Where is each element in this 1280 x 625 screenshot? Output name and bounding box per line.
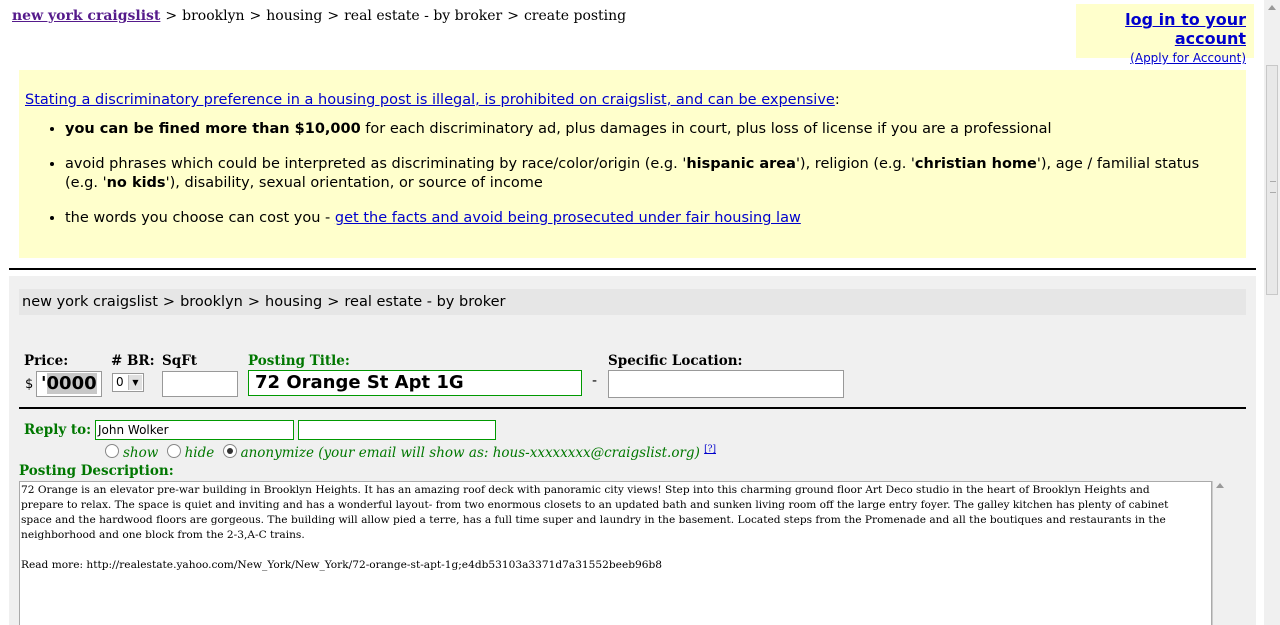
posting-description-label: Posting Description: [19,463,174,479]
bedrooms-label: # BR: [111,353,155,369]
price-label: Price: [24,353,69,369]
breadcrumb-home-link[interactable]: new york craigslist [12,8,160,24]
apply-account-link[interactable]: (Apply for Account) [1076,51,1246,65]
chevron-down-icon: ▼ [128,375,142,390]
specific-location-label: Specific Location: [608,353,743,369]
radio-show[interactable] [105,444,119,458]
posting-title-input[interactable]: 72 Orange St Apt 1G [248,370,582,396]
price-input[interactable]: '0000 [36,371,102,397]
specific-location-input[interactable] [608,370,844,398]
help-link[interactable]: [?] [704,445,716,455]
divider [9,268,1256,270]
reply-email-input[interactable] [298,420,496,440]
scroll-up-icon [1216,483,1224,488]
scroll-up-icon [1268,5,1276,10]
reply-to-label: Reply to: [24,422,92,438]
description-scrollbar[interactable] [1212,481,1228,625]
email-privacy-options: show hide anonymize (your email will sho… [101,444,716,461]
form-breadcrumb: new york craigslist > brooklyn > housing > rea… [19,289,1246,315]
separator-dash: - [592,373,598,389]
warning-list: you can be fined more than $10,000 for e… [19,120,1235,244]
radio-hide[interactable] [166,444,181,458]
posting-title-label: Posting Title: [248,353,350,369]
currency-symbol: $ [25,377,34,392]
fair-housing-warning: Stating a discriminatory preference in a… [19,70,1246,258]
breadcrumb-item: real estate - by broker [344,8,503,24]
posting-form: new york craigslist > brooklyn > housing > rea… [9,276,1256,625]
sqft-label: SqFt [162,353,198,369]
login-box: log in to your account (Apply for Accoun… [1076,4,1254,65]
warning-item-words: the words you choose can cost you - get … [65,209,1235,228]
sqft-input[interactable] [162,371,238,397]
breadcrumb-item: create posting [523,8,627,24]
posting-description-textarea[interactable]: 72 Orange is an elevator pre-war buildin… [19,481,1212,625]
reply-name-input[interactable]: John Wolker [95,420,294,440]
discrimination-policy-link[interactable]: Stating a discriminatory preference in a… [25,92,835,108]
breadcrumb-item: brooklyn [182,8,245,24]
page: new york craigslist > brooklyn > housing > rea… [0,0,1264,625]
radio-anonymize[interactable] [222,444,237,458]
bedrooms-select[interactable]: 0 ▼ [112,373,144,392]
login-link[interactable]: log in to your account [1076,10,1246,48]
grip-icon [1270,181,1276,193]
fair-housing-facts-link[interactable]: get the facts and avoid being prosecuted… [335,210,801,226]
scrollbar-thumb[interactable] [1266,65,1278,295]
page-scrollbar[interactable] [1264,0,1280,625]
breadcrumb: new york craigslist > brooklyn > housing > rea… [12,8,627,24]
divider [19,407,1246,409]
warning-item-phrases: avoid phrases which could be interpreted… [65,155,1235,193]
warning-lead: Stating a discriminatory preference in a… [25,92,840,108]
warning-item-fine: you can be fined more than $10,000 for e… [65,120,1235,139]
breadcrumb-item: housing [266,8,323,24]
